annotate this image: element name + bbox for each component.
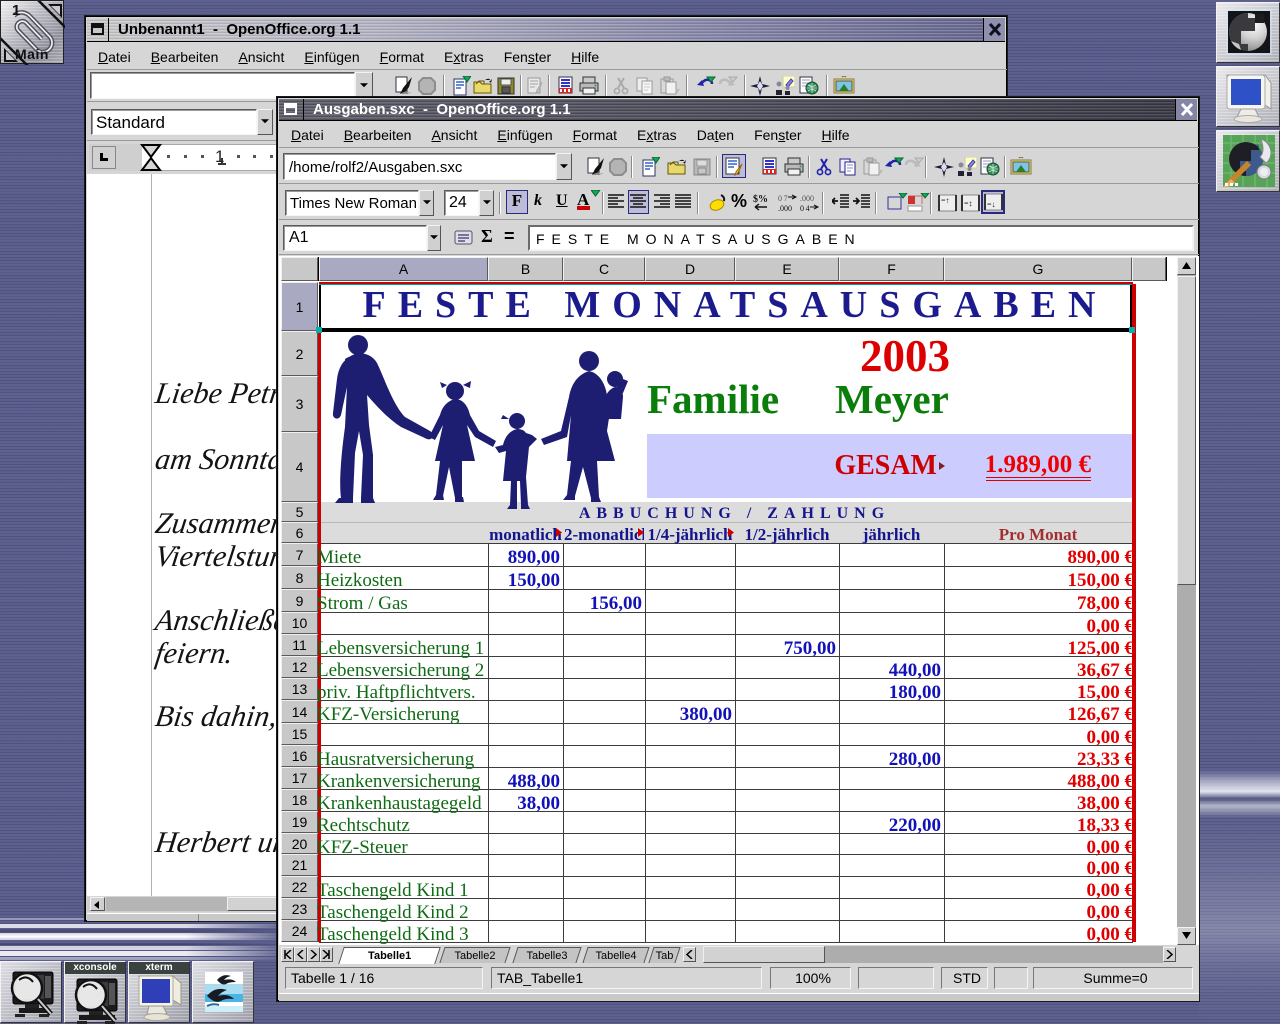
svg-text:=↑: =↑ [941,196,950,205]
svg-text:$%: $% [753,194,768,205]
svg-text:0 4: 0 4 [800,204,810,213]
svg-text:.000: .000 [800,194,814,203]
svg-text:=↕: =↕ [964,199,973,208]
svg-text:0 7: 0 7 [778,194,788,203]
svg-text:=↓: =↓ [987,200,996,209]
svg-text:.000: .000 [778,204,792,213]
